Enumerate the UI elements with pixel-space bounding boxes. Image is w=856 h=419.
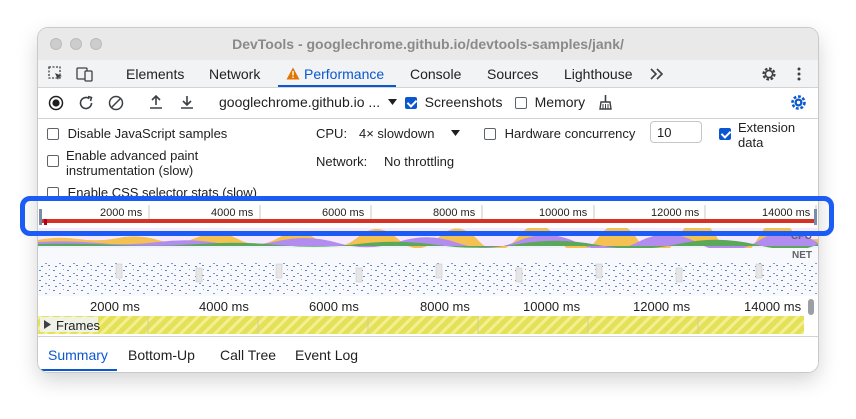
extension-data-label-1: Extension xyxy=(738,120,796,135)
main-tick-label: 10000 ms xyxy=(523,299,581,314)
main-tick-label: 2000 ms xyxy=(90,299,140,314)
memory-label: Memory xyxy=(534,94,586,110)
hardware-concurrency-label: Hardware concurrency xyxy=(504,126,636,141)
screenshots-label: Screenshots xyxy=(424,94,503,110)
details-tab-bar: Summary Bottom-Up Call Tree Event Log xyxy=(38,336,818,372)
tab-elements[interactable]: Elements xyxy=(126,66,184,82)
tab-bottom-up[interactable]: Bottom-Up xyxy=(128,347,195,363)
network-label: Network: xyxy=(316,154,368,169)
overview-tracks[interactable]: CPU NET xyxy=(38,228,818,296)
main-tick-label: 14000 ms xyxy=(744,299,802,314)
net-track-label: NET xyxy=(792,250,812,261)
extension-data-checkbox[interactable] xyxy=(719,128,731,140)
disable-js-samples-label: Disable JavaScript samples xyxy=(67,126,228,141)
active-tab-indicator xyxy=(278,85,396,87)
advanced-paint-checkbox[interactable] xyxy=(47,155,59,167)
tab-sources[interactable]: Sources xyxy=(487,66,538,82)
main-tick-label: 12000 ms xyxy=(633,299,691,314)
hardware-concurrency-group[interactable]: Hardware concurrency xyxy=(484,126,635,141)
cpu-label: CPU: xyxy=(316,126,348,141)
disable-js-samples-group[interactable]: Disable JavaScript samples xyxy=(47,126,227,141)
tab-lighthouse[interactable]: Lighthouse xyxy=(564,66,633,82)
tab-event-log[interactable]: Event Log xyxy=(295,347,358,363)
frames-track[interactable]: Frames xyxy=(38,316,818,334)
net-requests-area xyxy=(38,261,818,295)
memory-checkbox[interactable] xyxy=(515,97,527,109)
tab-console[interactable]: Console xyxy=(410,66,461,82)
capture-settings-gear-icon[interactable] xyxy=(789,93,808,112)
overview-tracks-svg xyxy=(38,228,818,296)
main-tick-label: 8000 ms xyxy=(420,299,470,314)
main-tick-label: 6000 ms xyxy=(309,299,359,314)
frames-label: Frames xyxy=(56,318,101,333)
recording-url-select[interactable]: googlechrome.github.io ... xyxy=(219,94,380,110)
tab-network[interactable]: Network xyxy=(209,66,260,82)
clear-icon[interactable] xyxy=(108,95,124,111)
tab-performance[interactable]: Performance xyxy=(304,66,384,82)
extension-data-label-2: data xyxy=(738,135,764,150)
screenshots-checkbox[interactable] xyxy=(405,97,417,109)
network-throttling-select[interactable]: No throttling xyxy=(384,154,454,169)
garbage-collect-broom-icon[interactable] xyxy=(597,94,614,111)
main-time-ruler: 2000 ms 4000 ms 6000 ms 8000 ms 10000 ms… xyxy=(38,296,818,316)
tab-call-tree[interactable]: Call Tree xyxy=(220,347,276,363)
upload-icon[interactable] xyxy=(148,94,164,110)
more-options-icon[interactable] xyxy=(796,66,802,82)
vertical-scrollbar[interactable] xyxy=(808,299,814,315)
frames-expand-triangle-icon[interactable] xyxy=(44,320,51,329)
record-icon[interactable] xyxy=(48,95,64,111)
url-dropdown-arrow-icon[interactable] xyxy=(388,99,397,105)
cpu-throttling-select[interactable]: 4× slowdown xyxy=(359,126,435,141)
advanced-paint-label-2: instrumentation (slow) xyxy=(66,163,194,178)
main-tab-bar: Elements Network Performance Console Sou… xyxy=(38,60,818,88)
inspect-element-icon[interactable] xyxy=(48,66,64,82)
reload-icon[interactable] xyxy=(78,95,94,111)
hardware-concurrency-checkbox[interactable] xyxy=(484,128,496,140)
download-icon[interactable] xyxy=(179,94,195,110)
window-title: DevTools - googlechrome.github.io/devtoo… xyxy=(232,36,624,52)
settings-gear-icon[interactable] xyxy=(760,65,778,83)
capture-settings-panel: Disable JavaScript samples Enable advanc… xyxy=(38,119,818,200)
cpu-dropdown-arrow-icon[interactable] xyxy=(451,130,460,136)
hardware-concurrency-input[interactable]: 10 xyxy=(650,121,702,143)
more-tabs-chevron-icon[interactable] xyxy=(649,67,665,81)
highlight-outline xyxy=(20,196,834,236)
warning-triangle-icon xyxy=(286,67,300,80)
advanced-paint-label-1: Enable advanced paint xyxy=(66,148,199,163)
performance-toolbar: googlechrome.github.io ... Screenshots M… xyxy=(38,88,818,119)
tab-summary[interactable]: Summary xyxy=(48,347,108,363)
main-tick-label: 4000 ms xyxy=(199,299,249,314)
summary-tab-indicator xyxy=(38,369,117,371)
device-toolbar-icon[interactable] xyxy=(76,66,94,82)
disable-js-samples-checkbox[interactable] xyxy=(47,128,59,140)
screenshots-checkbox-group[interactable]: Screenshots xyxy=(405,94,502,110)
frames-track-svg xyxy=(38,316,804,334)
memory-checkbox-group[interactable]: Memory xyxy=(515,94,585,110)
title-bar: DevTools - googlechrome.github.io/devtoo… xyxy=(38,28,818,61)
